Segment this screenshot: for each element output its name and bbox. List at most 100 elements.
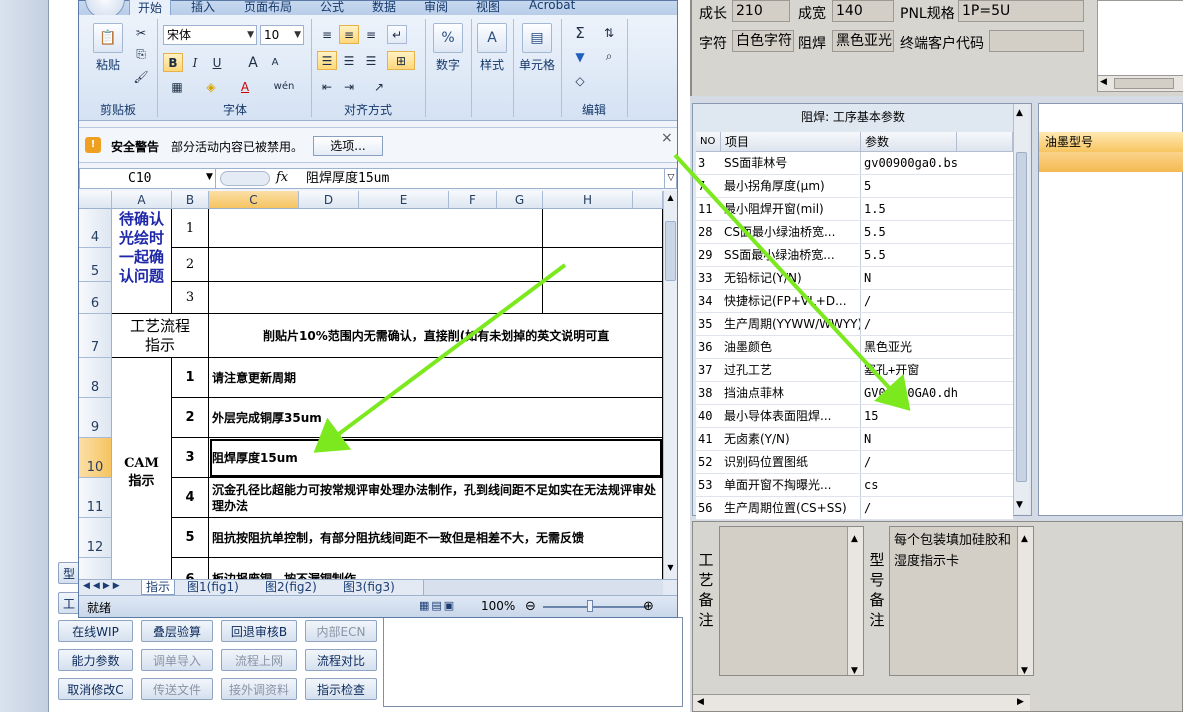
- confirm-extra-cell-2[interactable]: [543, 248, 663, 282]
- scroll-up-icon[interactable]: ▲: [1021, 529, 1028, 550]
- send-file-button[interactable]: 传送文件: [141, 678, 213, 700]
- params-row[interactable]: 28 CS面最小绿油桥宽... 5.5: [696, 221, 1013, 244]
- confirm-num-cell-3[interactable]: 3: [172, 282, 209, 314]
- formula-input[interactable]: 阻焊厚度15um: [306, 169, 389, 188]
- params-row[interactable]: 52 识别码位置图纸 /: [696, 451, 1013, 474]
- horizontal-scrollbar[interactable]: [423, 580, 663, 595]
- params-row[interactable]: 29 SS面最小绿油桥宽... 5.5: [696, 244, 1013, 267]
- width-field[interactable]: 140: [832, 0, 894, 22]
- scroll-left-icon[interactable]: ◀: [1100, 77, 1107, 87]
- merge-center-icon[interactable]: ⊞: [387, 51, 415, 70]
- paste-button[interactable]: 📋 粘贴: [87, 23, 129, 73]
- confirm-extra-cell-1[interactable]: [543, 209, 663, 248]
- italic-button[interactable]: I: [185, 53, 205, 72]
- tab-home[interactable]: 开始: [129, 0, 172, 15]
- params-row[interactable]: 3 SS面菲林号 gv00900ga0.bs: [696, 152, 1013, 175]
- align-top-icon[interactable]: ≡: [317, 25, 337, 44]
- cam-num-cell-5[interactable]: 5: [172, 518, 209, 558]
- cam-num-cell-2[interactable]: 2: [172, 398, 209, 438]
- length-field[interactable]: 210: [732, 0, 790, 22]
- formula-divider-handle[interactable]: [220, 171, 270, 186]
- params-row[interactable]: 33 无铅标记(Y/N) N: [696, 267, 1013, 290]
- increase-indent-icon[interactable]: ⇥: [339, 77, 359, 96]
- process-note-scrollbar[interactable]: ▲ ▼: [847, 527, 863, 676]
- params-row[interactable]: 37 过孔工艺 塞孔+开窗: [696, 359, 1013, 382]
- align-middle-icon[interactable]: ≡: [339, 25, 359, 44]
- sheet-vertical-scrollbar[interactable]: ▲ ▼: [663, 191, 677, 579]
- cam-label-cell[interactable]: CAM指示: [112, 358, 172, 579]
- process-label-cell[interactable]: 工艺流程指示: [112, 314, 209, 358]
- ink-model-row[interactable]: [1039, 152, 1183, 172]
- align-left-icon[interactable]: ☰: [317, 51, 337, 70]
- cam-num-cell-3[interactable]: 3: [172, 438, 209, 478]
- wrap-text-icon[interactable]: ↵: [387, 25, 407, 44]
- expand-formula-icon[interactable]: ▽: [664, 169, 677, 188]
- notes-hscroll[interactable]: ◀ ▶: [693, 694, 1030, 711]
- insert-function-button[interactable]: fx: [276, 170, 288, 185]
- cam-text-cell-4[interactable]: 沉金孔径比超能力可按常规评审处理办法制作，孔到线间距不足如实在无法规评审处理办法: [209, 478, 663, 518]
- row-header-5[interactable]: 5: [79, 248, 112, 282]
- name-box[interactable]: C10: [80, 169, 216, 188]
- scroll-right-icon[interactable]: ▶: [1017, 697, 1024, 707]
- cam-num-cell-1[interactable]: 1: [172, 358, 209, 398]
- tab-formulas[interactable]: 公式: [320, 0, 344, 15]
- font-name-select[interactable]: 宋体 ▼: [163, 25, 257, 45]
- tab-insert[interactable]: 插入: [191, 0, 215, 15]
- params-header-item[interactable]: 项目: [721, 132, 861, 152]
- grow-font-button[interactable]: A: [243, 53, 263, 72]
- align-center-icon[interactable]: ☰: [339, 51, 359, 70]
- column-header-d[interactable]: D: [299, 191, 359, 209]
- row-header-10[interactable]: 10: [79, 438, 112, 478]
- format-painter-icon[interactable]: 🖌: [131, 67, 151, 86]
- process-note-textarea[interactable]: ▲ ▼: [719, 526, 864, 676]
- chevron-down-icon[interactable]: ▼: [206, 172, 213, 182]
- params-header-no[interactable]: NO: [696, 132, 721, 152]
- underline-button[interactable]: U: [207, 53, 227, 72]
- align-right-icon[interactable]: ☰: [361, 51, 381, 70]
- row-header-6[interactable]: 6: [79, 282, 112, 314]
- column-header-g[interactable]: G: [497, 191, 543, 209]
- cells-button[interactable]: ▤ 单元格: [515, 23, 559, 73]
- sheet-nav-arrows-icon[interactable]: ◀◀▶▶: [83, 581, 123, 591]
- model-note-scrollbar[interactable]: ▲ ▼: [1017, 527, 1033, 676]
- cam-num-cell-4[interactable]: 4: [172, 478, 209, 518]
- tab-acrobat[interactable]: Acrobat: [529, 0, 575, 12]
- cut-icon[interactable]: ✂: [131, 23, 151, 42]
- fill-down-icon[interactable]: ▼: [567, 47, 593, 66]
- row-header-4[interactable]: 4: [79, 209, 112, 248]
- scroll-thumb[interactable]: [1114, 78, 1174, 89]
- params-row[interactable]: 36 油墨颜色 黑色亚光: [696, 336, 1013, 359]
- scroll-thumb[interactable]: [1016, 152, 1027, 482]
- flow-upload-button[interactable]: 流程上网: [221, 649, 297, 671]
- confirm-extra-cell-3[interactable]: [543, 282, 663, 314]
- params-row[interactable]: 53 单面开窗不掏曝光... cs: [696, 474, 1013, 497]
- scroll-up-icon[interactable]: ▲: [665, 193, 676, 205]
- top-right-hscroll[interactable]: ◀: [1098, 75, 1183, 91]
- column-header-e[interactable]: E: [359, 191, 449, 209]
- rollback-review-button[interactable]: 回退审核B: [221, 620, 297, 642]
- silkscreen-field[interactable]: 白色字符: [732, 30, 794, 52]
- capability-params-button[interactable]: 能力参数: [58, 649, 133, 671]
- zoom-out-icon[interactable]: ⊖: [525, 599, 536, 614]
- row-header-9[interactable]: 9: [79, 398, 112, 438]
- params-row[interactable]: 40 最小导体表面阻焊... 15: [696, 405, 1013, 428]
- scroll-thumb[interactable]: [665, 221, 676, 281]
- scroll-down-icon[interactable]: ▼: [1016, 500, 1023, 510]
- number-format-button[interactable]: % 数字: [429, 23, 467, 73]
- ink-model-header[interactable]: 油墨型号: [1039, 132, 1183, 152]
- tab-view[interactable]: 视图: [476, 0, 500, 15]
- flow-compare-button[interactable]: 流程对比: [305, 649, 377, 671]
- params-row[interactable]: 41 无卤素(Y/N) N: [696, 428, 1013, 451]
- column-header-h[interactable]: H: [543, 191, 633, 209]
- fill-color-icon[interactable]: ◈: [201, 77, 221, 96]
- cam-text-cell-6[interactable]: 板边报废铜，按不漏铜制作: [209, 558, 663, 579]
- params-row[interactable]: 35 生产周期(YYWW/WWYY) /: [696, 313, 1013, 336]
- column-header-c[interactable]: C: [209, 191, 299, 209]
- shrink-font-button[interactable]: A: [265, 53, 285, 72]
- autosum-button[interactable]: Σ: [567, 23, 593, 42]
- orientation-icon[interactable]: ↗: [365, 77, 393, 96]
- border-icon[interactable]: ▦: [167, 77, 187, 96]
- external-data-button[interactable]: 接外调资料: [221, 678, 297, 700]
- cam-text-cell-2[interactable]: 外层完成铜厚35um: [209, 398, 663, 438]
- view-mode-icons[interactable]: ▦▤▣: [419, 599, 473, 614]
